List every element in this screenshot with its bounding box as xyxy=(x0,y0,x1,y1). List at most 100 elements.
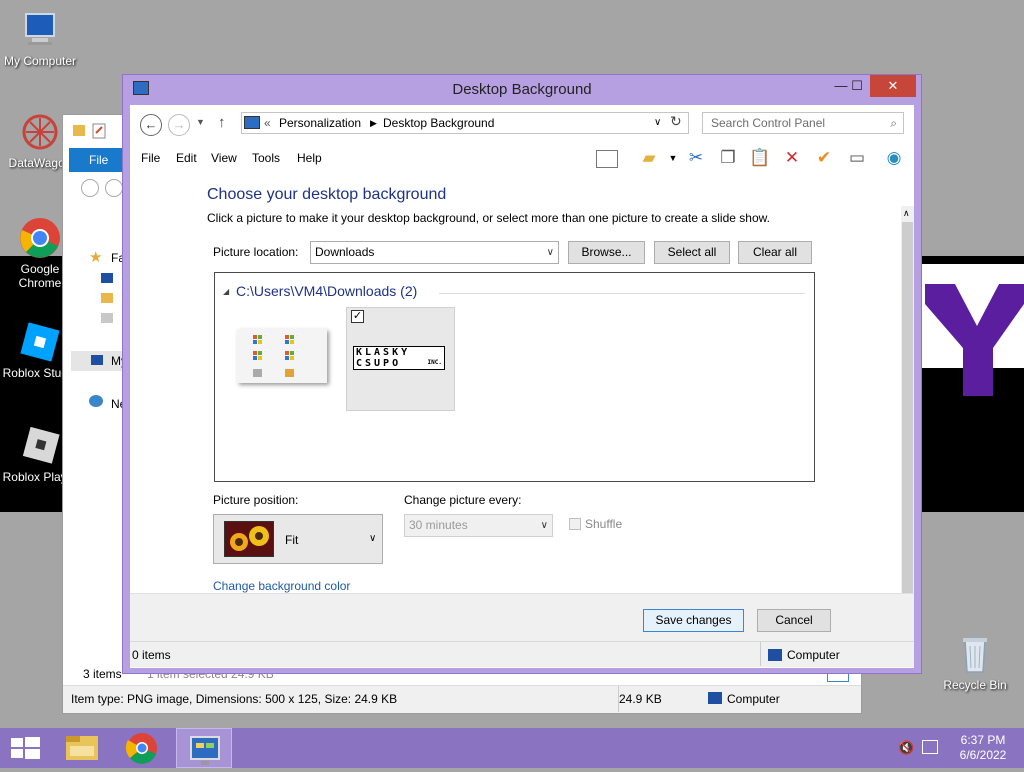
status-items: 0 items xyxy=(132,648,171,662)
layout-icon[interactable] xyxy=(596,150,618,168)
menu-tools[interactable]: Tools xyxy=(252,151,280,165)
chevron-down-icon: ∨ xyxy=(369,533,377,544)
clear-all-button[interactable]: Clear all xyxy=(738,241,812,264)
recycle-bin-icon xyxy=(953,632,997,676)
refresh-icon[interactable]: ↻ xyxy=(670,113,682,130)
menu-file[interactable]: File xyxy=(141,151,160,165)
breadcrumb-personalization[interactable]: Personalization xyxy=(279,113,361,133)
address-field[interactable]: « Personalization ▶ Desktop Background ∨ xyxy=(241,112,689,134)
scroll-up-icon[interactable]: ∧ xyxy=(903,208,910,219)
datawagon-icon xyxy=(18,110,62,154)
cut-icon[interactable]: ✂ xyxy=(683,146,709,170)
breadcrumb-separator-icon[interactable]: ▶ xyxy=(370,113,377,133)
computer-icon xyxy=(91,355,103,365)
forward-icon[interactable] xyxy=(105,179,123,197)
shuffle-label: Shuffle xyxy=(585,517,623,531)
search-input[interactable]: Search Control Panel ⌕ xyxy=(702,112,904,134)
picture-position-value: Fit xyxy=(285,533,299,547)
picture-location-label: Picture location: xyxy=(213,245,299,259)
window-status-bar: 0 items Computer xyxy=(130,641,914,667)
start-button[interactable] xyxy=(0,728,56,768)
browse-button[interactable]: Browse... xyxy=(568,241,645,264)
nav-desktop-icon xyxy=(101,273,113,283)
up-button[interactable]: ↑ xyxy=(218,114,226,131)
chrome-icon xyxy=(18,216,62,260)
folder-icon[interactable]: ▰ xyxy=(636,146,662,170)
page-heading: Choose your desktop background xyxy=(207,186,447,203)
scroll-thumb[interactable] xyxy=(902,222,913,598)
search-placeholder: Search Control Panel xyxy=(711,116,826,130)
menu-help[interactable]: Help xyxy=(297,151,322,165)
status-size: 24.9 KB xyxy=(619,692,662,706)
select-all-button[interactable]: Select all xyxy=(654,241,730,264)
wallpaper-thumbnail-1[interactable] xyxy=(237,329,327,383)
windows-logos-image xyxy=(253,335,294,377)
back-icon[interactable] xyxy=(81,179,99,197)
picture-position-label: Picture position: xyxy=(213,493,299,507)
clock-time: 6:37 PM xyxy=(960,733,1006,747)
control-panel-icon xyxy=(190,736,220,765)
taskbar-chrome[interactable] xyxy=(116,728,172,768)
back-button[interactable]: ← xyxy=(140,114,162,136)
explorer-status-bar: Item type: PNG image, Dimensions: 500 x … xyxy=(63,685,861,713)
taskbar-control-panel[interactable] xyxy=(176,728,232,768)
nav-downloads-icon xyxy=(101,293,113,303)
desktop-icon-label: Google Chrome xyxy=(18,262,62,290)
close-button[interactable]: ✕ xyxy=(870,75,916,97)
change-background-color-link[interactable]: Change background color xyxy=(213,579,350,593)
picture-location-value: Downloads xyxy=(315,245,375,259)
picture-location-select[interactable]: Downloads ∨ xyxy=(310,241,559,264)
wallpaper-thumbnail-2[interactable]: ✓ KLASKY CSUPO INC. xyxy=(346,307,455,411)
breadcrumb-desktop-background[interactable]: Desktop Background xyxy=(383,113,494,133)
klasky-csupo-logo: KLASKY CSUPO INC. xyxy=(353,346,445,370)
taskbar: 🔇 6:37 PM 6/6/2022 xyxy=(0,728,1024,768)
change-picture-label: Change picture every: xyxy=(404,493,522,507)
picture-position-select[interactable]: Fit ∨ xyxy=(213,514,383,564)
picture-gallery[interactable]: ◢ C:\Users\VM4\Downloads (2) ✓ KLASKY CS… xyxy=(214,272,815,482)
star-icon: ★ xyxy=(89,249,103,266)
desktop-background-window[interactable]: Desktop Background — ☐ ✕ ← → ▼ ↑ « Perso… xyxy=(122,74,922,674)
computer-icon xyxy=(18,8,62,52)
chrome-icon xyxy=(125,733,157,764)
explorer-items-count: 3 items xyxy=(83,667,122,681)
copy-icon[interactable]: ❐ xyxy=(715,146,741,170)
group-header: C:\Users\VM4\Downloads (2) xyxy=(236,283,418,299)
address-bar-row: ← → ▼ ↑ « Personalization ▶ Desktop Back… xyxy=(130,105,914,143)
recent-pages-chevron-icon[interactable]: ▼ xyxy=(196,117,205,127)
menu-edit[interactable]: Edit xyxy=(176,151,197,165)
taskbar-file-explorer[interactable] xyxy=(58,728,114,768)
shuffle-checkbox[interactable] xyxy=(569,518,581,530)
menu-view[interactable]: View xyxy=(211,151,237,165)
windows-logo-icon xyxy=(11,737,40,759)
volume-muted-icon[interactable]: 🔇 xyxy=(898,740,914,756)
save-changes-button[interactable]: Save changes xyxy=(643,609,744,632)
logo-text: KLASKY CSUPO xyxy=(356,347,411,369)
address-dropdown-icon[interactable]: ∨ xyxy=(654,113,661,133)
desktop-icon-label: Recycle Bin xyxy=(943,678,1007,692)
paste-icon[interactable]: 📋 xyxy=(747,146,773,170)
scrollbar[interactable]: ∧ ∨ xyxy=(901,206,914,623)
network-icon[interactable] xyxy=(922,740,938,754)
chevron-down-icon: ∨ xyxy=(540,520,548,531)
clock[interactable]: 6:37 PM 6/6/2022 xyxy=(948,733,1018,763)
change-interval-select[interactable]: 30 minutes ∨ xyxy=(404,514,553,537)
delete-icon[interactable]: ✕ xyxy=(779,146,805,170)
title-bar[interactable]: Desktop Background — ☐ ✕ xyxy=(123,75,921,105)
breadcrumb-overflow[interactable]: « xyxy=(264,113,271,133)
forward-button[interactable]: → xyxy=(168,114,190,136)
sunflower-preview-image xyxy=(224,521,274,557)
status-detail: Item type: PNG image, Dimensions: 500 x … xyxy=(71,692,398,706)
group-divider xyxy=(439,293,805,294)
properties-check-icon[interactable]: ✔ xyxy=(811,146,837,170)
roblox-studio-icon xyxy=(18,320,62,364)
collapse-triangle-icon[interactable]: ◢ xyxy=(223,287,229,296)
thumbnail-checkbox[interactable]: ✓ xyxy=(351,310,364,323)
cancel-button[interactable]: Cancel xyxy=(757,609,831,632)
status-location: Computer xyxy=(787,648,840,662)
desktop-icon-recycle-bin[interactable]: Recycle Bin xyxy=(935,632,1015,692)
desktop-icon-my-computer[interactable]: My Computer xyxy=(0,8,80,68)
search-icon[interactable]: ⌕ xyxy=(890,113,897,133)
maximize-button[interactable]: ☐ xyxy=(842,75,872,97)
rename-icon[interactable]: ▭ xyxy=(844,146,870,170)
globe-icon[interactable]: ◉ xyxy=(881,146,907,170)
